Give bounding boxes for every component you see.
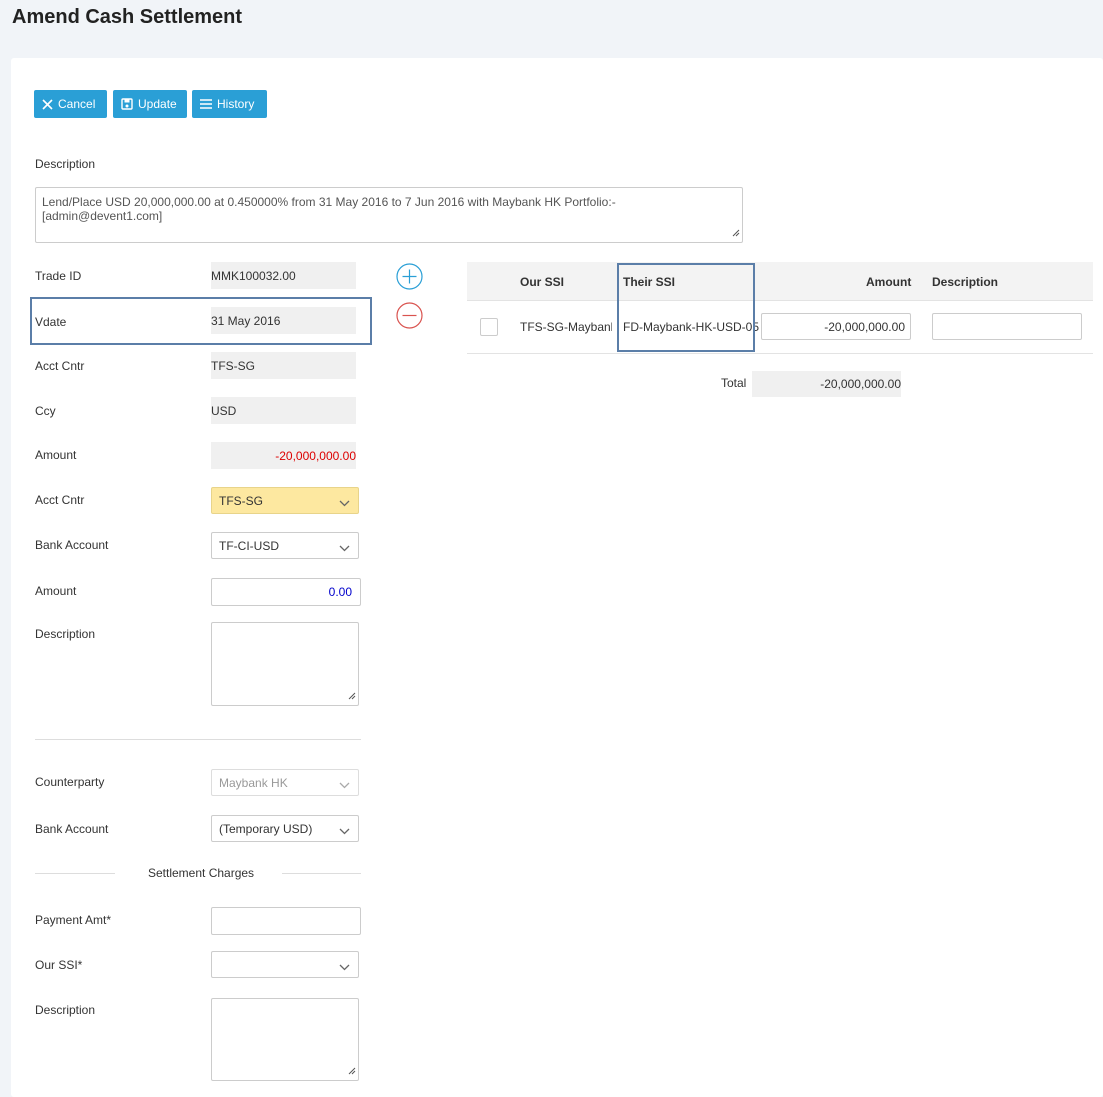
header-description: Description <box>932 275 999 289</box>
charges-description-textarea[interactable] <box>211 998 359 1081</box>
plus-circle-icon <box>396 263 423 293</box>
our-amount-label: Amount <box>35 584 77 598</box>
header-amount: Amount <box>866 275 912 289</box>
cancel-button[interactable]: Cancel <box>34 90 107 118</box>
cp-bank-account-select[interactable]: (Temporary USD) <box>211 815 359 842</box>
our-bank-account-selected: TF-CI-USD <box>219 539 279 553</box>
settlement-charges-heading: Settlement Charges <box>148 866 255 880</box>
our-bank-account-select[interactable]: TF-CI-USD <box>211 532 359 559</box>
acct-cntr-label: Acct Cntr <box>35 359 85 373</box>
resize-grip-icon[interactable] <box>348 689 356 703</box>
our-description-textarea[interactable] <box>211 622 359 706</box>
counterparty-select: Maybank HK <box>211 769 359 796</box>
row-description-input[interactable] <box>932 313 1082 340</box>
total-value: -20,000,000.00 <box>752 371 901 397</box>
description-textarea[interactable]: Lend/Place USD 20,000,000.00 at 0.450000… <box>35 187 743 243</box>
cancel-label: Cancel <box>58 97 96 111</box>
counterparty-selected: Maybank HK <box>219 776 288 790</box>
our-ssi-label: Our SSI* <box>35 958 83 972</box>
counterparty-label: Counterparty <box>35 775 105 789</box>
row-our-ssi: TFS-SG-Maybank- <box>520 320 612 334</box>
history-label: History <box>217 97 255 111</box>
chevron-down-icon <box>339 778 350 792</box>
header-our-ssi: Our SSI <box>520 275 565 289</box>
update-label: Update <box>138 97 177 111</box>
cp-bank-account-label: Bank Account <box>35 822 109 836</box>
charges-description-label: Description <box>35 1003 96 1017</box>
history-button[interactable]: History <box>192 90 267 118</box>
close-icon <box>42 98 53 110</box>
chevron-down-icon <box>339 960 350 974</box>
chevron-down-icon <box>339 824 350 838</box>
their-ssi-highlight-box <box>617 263 755 352</box>
charges-divider-left <box>35 873 115 874</box>
total-label: Total <box>721 376 747 390</box>
section-divider <box>35 739 361 740</box>
our-acct-cntr-selected: TFS-SG <box>219 494 263 508</box>
resize-grip-icon[interactable] <box>348 1064 356 1078</box>
acct-cntr-value: TFS-SG <box>211 352 356 379</box>
save-icon <box>121 98 133 110</box>
cp-bank-account-selected: (Temporary USD) <box>219 822 313 836</box>
our-ssi-select[interactable] <box>211 951 359 978</box>
row-checkbox[interactable] <box>480 318 498 336</box>
our-acct-cntr-select[interactable]: TFS-SG <box>211 487 359 514</box>
description-text: Lend/Place USD 20,000,000.00 at 0.450000… <box>42 195 616 223</box>
charges-divider-right <box>282 873 361 874</box>
trade-amount-label: Amount <box>35 448 77 462</box>
description-label: Description <box>35 157 96 171</box>
chevron-down-icon <box>339 496 350 510</box>
ccy-value: USD <box>211 397 356 424</box>
ccy-label: Ccy <box>35 404 56 418</box>
vdate-highlight-box <box>30 297 372 345</box>
minus-circle-icon <box>396 302 423 332</box>
our-bank-account-label: Bank Account <box>35 538 109 552</box>
chevron-down-icon <box>339 541 350 555</box>
payment-amt-label: Payment Amt* <box>35 913 112 927</box>
page-title: Amend Cash Settlement <box>12 6 243 28</box>
payment-amt-input[interactable] <box>211 907 361 935</box>
trade-id-value: MMK100032.00 <box>211 262 356 289</box>
trade-amount-value: -20,000,000.00 <box>211 442 356 469</box>
trade-id-label: Trade ID <box>35 269 82 283</box>
update-button[interactable]: Update <box>113 90 187 118</box>
resize-grip-icon[interactable] <box>732 226 740 240</box>
row-amount-input[interactable]: -20,000,000.00 <box>761 313 911 340</box>
list-icon <box>200 99 212 109</box>
row-divider <box>467 353 1093 354</box>
add-row-button[interactable] <box>396 263 423 293</box>
remove-row-button[interactable] <box>396 302 423 332</box>
our-description-label: Description <box>35 627 96 641</box>
our-amount-input[interactable]: 0.00 <box>211 578 361 606</box>
our-acct-cntr-label: Acct Cntr <box>35 493 85 507</box>
